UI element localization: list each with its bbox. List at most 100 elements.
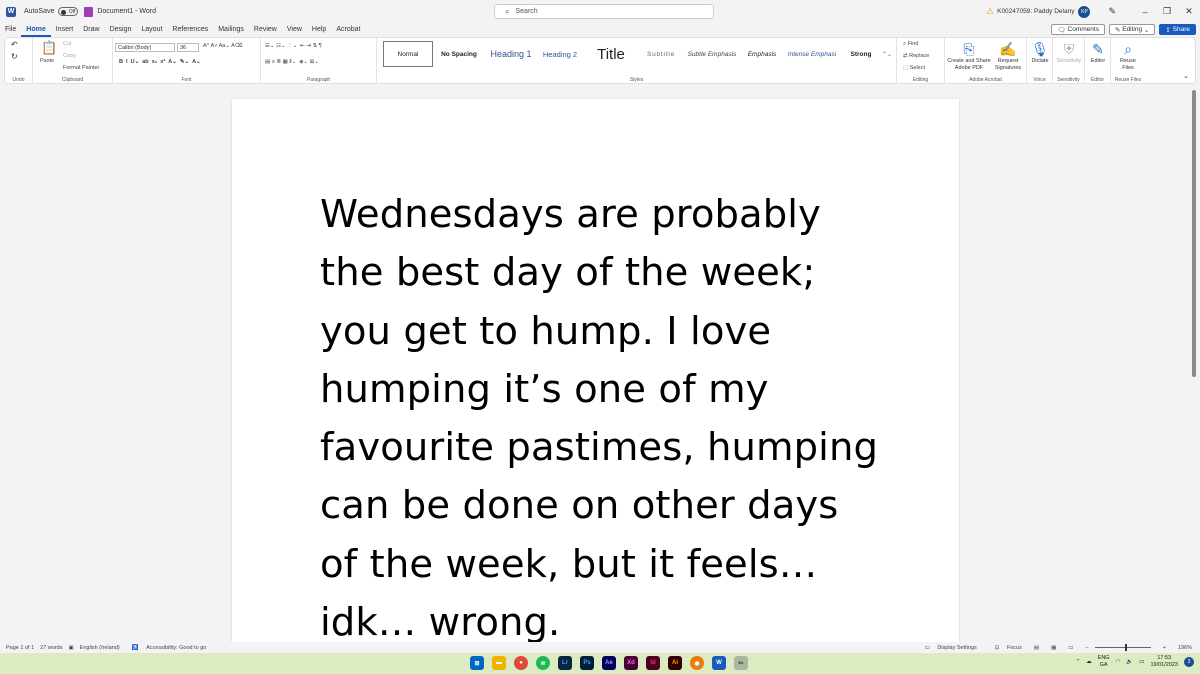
print-layout-icon[interactable]: ▦: [1051, 645, 1056, 651]
tab-insert[interactable]: Insert: [51, 23, 79, 37]
share-button[interactable]: ⇪ Share: [1159, 24, 1196, 35]
warning-icon[interactable]: ⚠: [986, 6, 994, 17]
undo-icon[interactable]: ↶: [11, 40, 18, 49]
paste-icon[interactable]: 📋: [41, 40, 57, 56]
align-icons[interactable]: ▤ ≡ ≣ ▦ ‖⌄ ◈⌄ ⊞⌄: [265, 59, 319, 65]
indesign-icon[interactable]: Id: [646, 656, 660, 670]
replace-button[interactable]: ⇄ Replace: [903, 53, 929, 59]
zoom-out-icon[interactable]: −: [1085, 645, 1088, 651]
dictate-button[interactable]: 🎙 Dictate: [1027, 40, 1053, 65]
pen-icon[interactable]: ✎: [1108, 6, 1116, 17]
language-indicator[interactable]: ENG GA: [1098, 655, 1110, 669]
language[interactable]: English (Ireland): [80, 645, 120, 651]
document-page[interactable]: Wednesdays are probably the best day of …: [232, 99, 959, 645]
display-settings-button[interactable]: ▭ Display Settings: [919, 645, 977, 651]
create-pdf-label: Create and Share Adobe PDF: [947, 58, 991, 71]
font-format-icons[interactable]: B I U⌄ ab x₂ x² A⌄ ✎⌄ A⌄: [119, 59, 201, 65]
zoom-in-icon[interactable]: +: [1163, 645, 1166, 651]
style-subtle-emphasis[interactable]: Subtle Emphasis: [683, 41, 741, 67]
tab-file[interactable]: File: [0, 23, 21, 37]
file-explorer-icon[interactable]: ▬: [492, 656, 506, 670]
ribbon-collapse-icon[interactable]: ⌄: [1183, 72, 1189, 80]
reuse-files-button[interactable]: ⌕ Reuse Files: [1115, 40, 1141, 72]
user-name[interactable]: K00247059: Paddy Delany: [997, 8, 1074, 15]
web-layout-icon[interactable]: ▭: [1068, 645, 1073, 651]
zoom-slider[interactable]: [1094, 644, 1151, 651]
sensitivity-button[interactable]: ⛨ Sensitivity: [1053, 40, 1085, 65]
tab-mailings[interactable]: Mailings: [213, 23, 249, 37]
read-mode-icon[interactable]: ▤: [1034, 645, 1039, 651]
vertical-scrollbar[interactable]: [1192, 90, 1196, 377]
page-count[interactable]: Page 1 of 1: [6, 645, 34, 651]
chrome-icon[interactable]: ●: [514, 656, 528, 670]
style-heading-2[interactable]: Heading 2: [537, 41, 583, 67]
acrobat-group-label: Adobe Acrobat: [969, 77, 1002, 83]
create-pdf-button[interactable]: ⎘ Create and Share Adobe PDF: [947, 40, 991, 72]
request-signatures-button[interactable]: ✍ Request Signatures: [991, 40, 1025, 72]
tab-design[interactable]: Design: [105, 23, 137, 37]
reuse-files-group-label: Reuse Files: [1114, 77, 1142, 83]
notification-badge[interactable]: 3: [1184, 657, 1194, 667]
proofing-icon[interactable]: ▣: [68, 645, 73, 651]
tab-help[interactable]: Help: [307, 23, 331, 37]
style-normal[interactable]: Normal: [383, 41, 433, 67]
word-count[interactable]: 27 words: [40, 645, 62, 651]
wifi-icon[interactable]: ◠: [1116, 659, 1121, 665]
after-effects-icon[interactable]: Ae: [602, 656, 616, 670]
windows-start-icon[interactable]: ⊞: [470, 656, 484, 670]
find-button[interactable]: ⌕ Find: [903, 41, 918, 48]
search-box[interactable]: ⌕ Search: [494, 4, 714, 19]
format-painter-button[interactable]: Format Painter: [63, 65, 99, 71]
snipping-tool-icon[interactable]: ✂: [734, 656, 748, 670]
minimize-icon[interactable]: –: [1134, 7, 1156, 17]
battery-icon[interactable]: ▭: [1139, 659, 1144, 665]
restore-icon[interactable]: ❐: [1156, 6, 1178, 17]
photoshop-icon[interactable]: Ps: [580, 656, 594, 670]
font-family-select[interactable]: Calibri (Body): [115, 43, 175, 52]
style-intense-emphasis[interactable]: Intense Emphasi: [783, 41, 841, 67]
style-subtitle[interactable]: Subtitle: [639, 41, 683, 67]
list-icons[interactable]: ☰⌄ ☷⌄ ⋮⌄ ⇤ ⇥ ⇅ ¶: [265, 43, 322, 49]
styles-scroll-icon[interactable]: ⌃⌄: [881, 41, 893, 67]
editor-button[interactable]: ✎ Editor: [1085, 40, 1111, 65]
onedrive-icon[interactable]: ☁: [1086, 659, 1092, 665]
copy-button[interactable]: Copy: [63, 53, 76, 59]
focus-button[interactable]: ⊡ Focus: [989, 645, 1022, 651]
close-icon[interactable]: ✕: [1178, 6, 1200, 17]
clock[interactable]: 17:53 19/01/2023: [1150, 655, 1178, 669]
tab-view[interactable]: View: [282, 23, 307, 37]
word-taskbar-icon[interactable]: W: [712, 656, 726, 670]
select-button[interactable]: ⬚ Select: [903, 65, 925, 71]
font-size-select[interactable]: 36: [177, 43, 199, 52]
tab-draw[interactable]: Draw: [78, 23, 104, 37]
tab-review[interactable]: Review: [249, 23, 282, 37]
document-body-text[interactable]: Wednesdays are probably the best day of …: [320, 186, 880, 652]
spotify-icon[interactable]: ≋: [536, 656, 550, 670]
comments-button[interactable]: 🗨 Comments: [1051, 24, 1105, 35]
xd-icon[interactable]: Xd: [624, 656, 638, 670]
tab-layout[interactable]: Layout: [136, 23, 167, 37]
font-grow-icon[interactable]: A^ A˅ Aa⌄ A⌫: [203, 43, 243, 49]
autosave-toggle[interactable]: Off: [58, 7, 79, 16]
volume-icon[interactable]: 🔈: [1126, 659, 1133, 665]
zoom-level[interactable]: 196%: [1178, 645, 1192, 651]
blender-icon[interactable]: ◉: [690, 656, 704, 670]
tab-acrobat[interactable]: Acrobat: [331, 23, 365, 37]
ribbon-tabs: File Home Insert Draw Design Layout Refe…: [0, 23, 1200, 37]
editing-mode-button[interactable]: ✎ Editing ⌄: [1108, 24, 1156, 35]
lightroom-icon[interactable]: Lr: [558, 656, 572, 670]
cut-button[interactable]: Cut: [63, 41, 72, 47]
style-strong[interactable]: Strong: [841, 41, 881, 67]
style-emphasis[interactable]: Emphasis: [741, 41, 783, 67]
avatar[interactable]: KP: [1078, 5, 1091, 18]
redo-icon[interactable]: ↻: [11, 52, 18, 61]
paste-button[interactable]: Paste: [40, 58, 54, 64]
tray-overflow-icon[interactable]: ⌃: [1076, 659, 1081, 665]
style-title[interactable]: Title: [583, 41, 639, 67]
tab-references[interactable]: References: [167, 23, 213, 37]
tab-home[interactable]: Home: [21, 23, 51, 37]
style-no-spacing[interactable]: No Spacing: [433, 41, 485, 67]
illustrator-icon[interactable]: Ai: [668, 656, 682, 670]
style-heading-1[interactable]: Heading 1: [485, 41, 537, 67]
accessibility-status[interactable]: ♿ Accessibility: Good to go: [126, 645, 207, 651]
